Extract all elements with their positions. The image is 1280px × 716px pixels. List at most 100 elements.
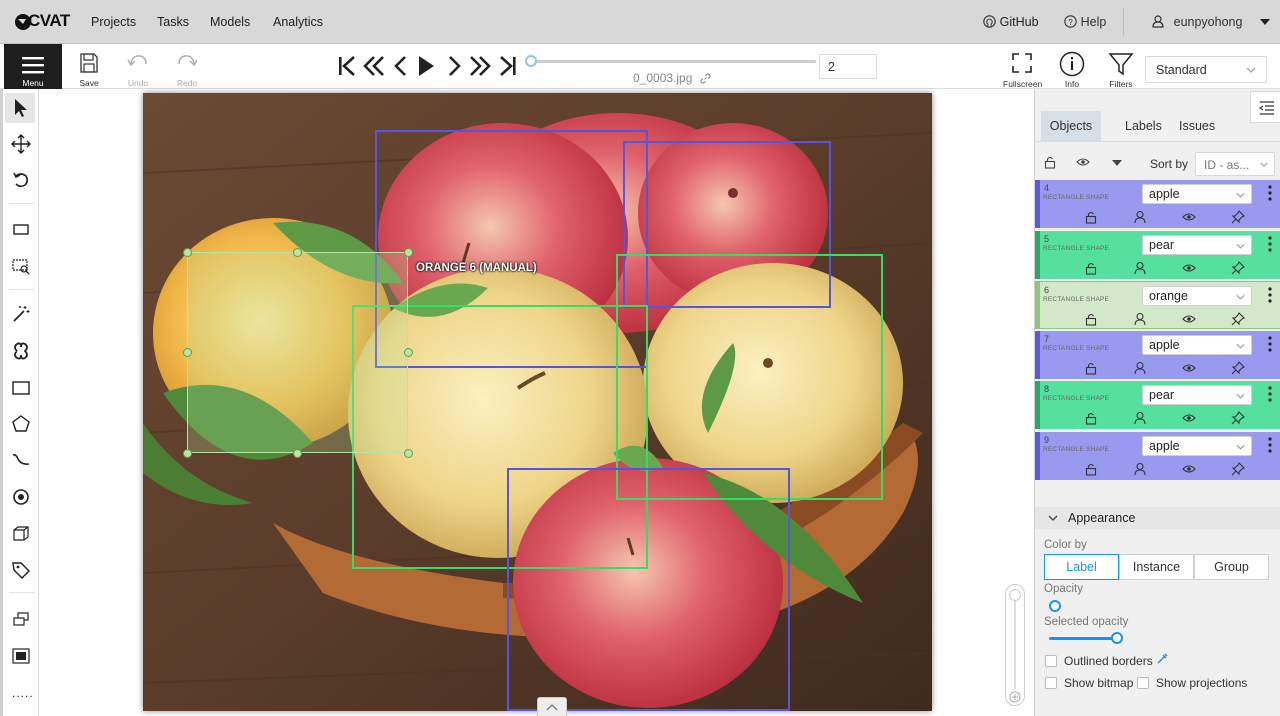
user-icon[interactable] bbox=[1133, 312, 1147, 326]
object-item[interactable]: 7 RECTANGLE SHAPE apple bbox=[1035, 331, 1280, 379]
move-icon[interactable] bbox=[11, 134, 31, 154]
more-vertical-icon[interactable] bbox=[1268, 236, 1272, 252]
user-icon[interactable] bbox=[1133, 411, 1147, 425]
polygon-tool-icon[interactable] bbox=[11, 414, 31, 434]
color-by-group-option[interactable]: Group bbox=[1194, 554, 1269, 580]
color-by-label-option[interactable]: Label bbox=[1044, 554, 1119, 580]
lock-icon[interactable] bbox=[1084, 462, 1098, 476]
zoom-in-icon[interactable] bbox=[1009, 691, 1021, 703]
frame-number-input[interactable]: 2 bbox=[819, 54, 877, 79]
tag-icon[interactable] bbox=[11, 560, 31, 580]
more-vertical-icon[interactable] bbox=[1268, 287, 1272, 303]
rectangle-tool-icon[interactable] bbox=[11, 378, 31, 398]
nav-models[interactable]: Models bbox=[210, 15, 250, 29]
resize-handle[interactable] bbox=[293, 248, 302, 257]
user-icon[interactable] bbox=[1133, 361, 1147, 375]
zoom-region-icon[interactable] bbox=[11, 256, 31, 276]
nav-projects[interactable]: Projects bbox=[91, 15, 136, 29]
eye-icon[interactable] bbox=[1182, 261, 1196, 275]
pin-icon[interactable] bbox=[1231, 462, 1245, 476]
tab-issues[interactable]: Issues bbox=[1171, 111, 1223, 141]
group-shapes-icon[interactable] bbox=[11, 646, 31, 666]
first-frame-icon[interactable] bbox=[336, 54, 358, 78]
object-label-select[interactable]: apple bbox=[1142, 436, 1252, 456]
nav-analytics[interactable]: Analytics bbox=[273, 15, 323, 29]
eye-icon[interactable] bbox=[1182, 210, 1196, 224]
fast-forward-icon[interactable] bbox=[467, 54, 493, 78]
object-item[interactable]: 4 RECTANGLE SHAPE apple bbox=[1035, 180, 1280, 228]
eye-icon[interactable] bbox=[1182, 411, 1196, 425]
opacity-slider-handle[interactable] bbox=[1049, 600, 1061, 612]
user-icon[interactable] bbox=[1133, 210, 1147, 224]
sort-select[interactable]: ID - as... bbox=[1195, 152, 1275, 176]
previous-frame-icon[interactable] bbox=[390, 54, 412, 78]
object-label-select[interactable]: pear bbox=[1142, 235, 1252, 255]
object-label-select[interactable]: apple bbox=[1142, 335, 1252, 355]
object-item[interactable]: 6 RECTANGLE SHAPE orange bbox=[1035, 281, 1280, 329]
lock-icon[interactable] bbox=[1084, 261, 1098, 275]
link-icon[interactable] bbox=[700, 73, 711, 84]
redo-button[interactable]: Redo bbox=[173, 52, 201, 88]
tab-labels[interactable]: Labels bbox=[1117, 111, 1170, 141]
color-picker-icon[interactable] bbox=[1156, 653, 1168, 665]
play-icon[interactable] bbox=[415, 54, 437, 78]
show-bitmap-checkbox[interactable] bbox=[1045, 677, 1057, 689]
eye-icon[interactable] bbox=[1076, 157, 1090, 167]
appearance-header[interactable]: Appearance bbox=[1035, 507, 1280, 529]
user-menu[interactable]: eunpyohong bbox=[1152, 14, 1271, 29]
canvas-zoom-slider[interactable] bbox=[1005, 584, 1025, 706]
color-by-instance-option[interactable]: Instance bbox=[1119, 554, 1194, 580]
outlined-borders-checkbox[interactable] bbox=[1045, 655, 1057, 667]
fast-backward-icon[interactable] bbox=[361, 54, 387, 78]
caret-down-icon[interactable] bbox=[1112, 160, 1122, 166]
selected-opacity-track[interactable] bbox=[1049, 637, 1119, 640]
lock-icon[interactable] bbox=[1084, 210, 1098, 224]
nav-tasks[interactable]: Tasks bbox=[157, 15, 189, 29]
sidebar-collapse-button[interactable] bbox=[1250, 91, 1280, 123]
user-icon[interactable] bbox=[1133, 261, 1147, 275]
pin-icon[interactable] bbox=[1231, 411, 1245, 425]
pin-icon[interactable] bbox=[1231, 312, 1245, 326]
cursor-icon[interactable] bbox=[11, 98, 31, 118]
bottom-panel-toggle[interactable] bbox=[537, 697, 567, 716]
frame-slider-track[interactable] bbox=[530, 60, 816, 63]
more-vertical-icon[interactable] bbox=[1268, 336, 1272, 352]
pin-icon[interactable] bbox=[1231, 210, 1245, 224]
undo-button[interactable]: Undo bbox=[124, 52, 152, 88]
last-frame-icon[interactable] bbox=[497, 54, 519, 78]
resize-handle[interactable] bbox=[183, 348, 192, 357]
pin-icon[interactable] bbox=[1231, 361, 1245, 375]
magic-wand-icon[interactable] bbox=[11, 304, 31, 324]
workspace-select[interactable]: Standard bbox=[1145, 56, 1267, 83]
selected-opacity-handle[interactable] bbox=[1111, 632, 1123, 644]
user-icon[interactable] bbox=[1133, 462, 1147, 476]
bbox-orange-selected[interactable] bbox=[187, 252, 408, 453]
next-frame-icon[interactable] bbox=[443, 54, 465, 78]
fullscreen-button[interactable]: Fullscreen bbox=[1003, 52, 1042, 89]
info-button[interactable]: Info bbox=[1057, 51, 1087, 89]
lock-icon[interactable] bbox=[1084, 411, 1098, 425]
frame-slider-handle[interactable] bbox=[525, 55, 537, 67]
bbox-apple[interactable] bbox=[507, 468, 790, 711]
eye-icon[interactable] bbox=[1182, 312, 1196, 326]
fit-image-icon[interactable] bbox=[11, 219, 31, 239]
resize-handle[interactable] bbox=[183, 449, 192, 458]
merge-shapes-icon[interactable] bbox=[11, 609, 31, 629]
resize-handle[interactable] bbox=[293, 449, 302, 458]
object-item[interactable]: 5 RECTANGLE SHAPE pear bbox=[1035, 231, 1280, 279]
pin-icon[interactable] bbox=[1231, 261, 1245, 275]
bbox-pear[interactable] bbox=[616, 254, 883, 500]
help-link[interactable]: ? Help bbox=[1064, 14, 1106, 29]
cuboid-tool-icon[interactable] bbox=[11, 524, 31, 544]
more-vertical-icon[interactable] bbox=[1268, 185, 1272, 201]
resize-handle[interactable] bbox=[404, 348, 413, 357]
eye-icon[interactable] bbox=[1182, 361, 1196, 375]
more-vertical-icon[interactable] bbox=[1268, 437, 1272, 453]
resize-handle[interactable] bbox=[183, 248, 192, 257]
object-label-select[interactable]: orange bbox=[1142, 286, 1252, 306]
menu-button[interactable]: Menu bbox=[4, 44, 62, 89]
show-projections-checkbox[interactable] bbox=[1137, 677, 1149, 689]
lock-icon[interactable] bbox=[1084, 312, 1098, 326]
resize-handle[interactable] bbox=[404, 248, 413, 257]
lock-all-icon[interactable] bbox=[1044, 156, 1056, 169]
